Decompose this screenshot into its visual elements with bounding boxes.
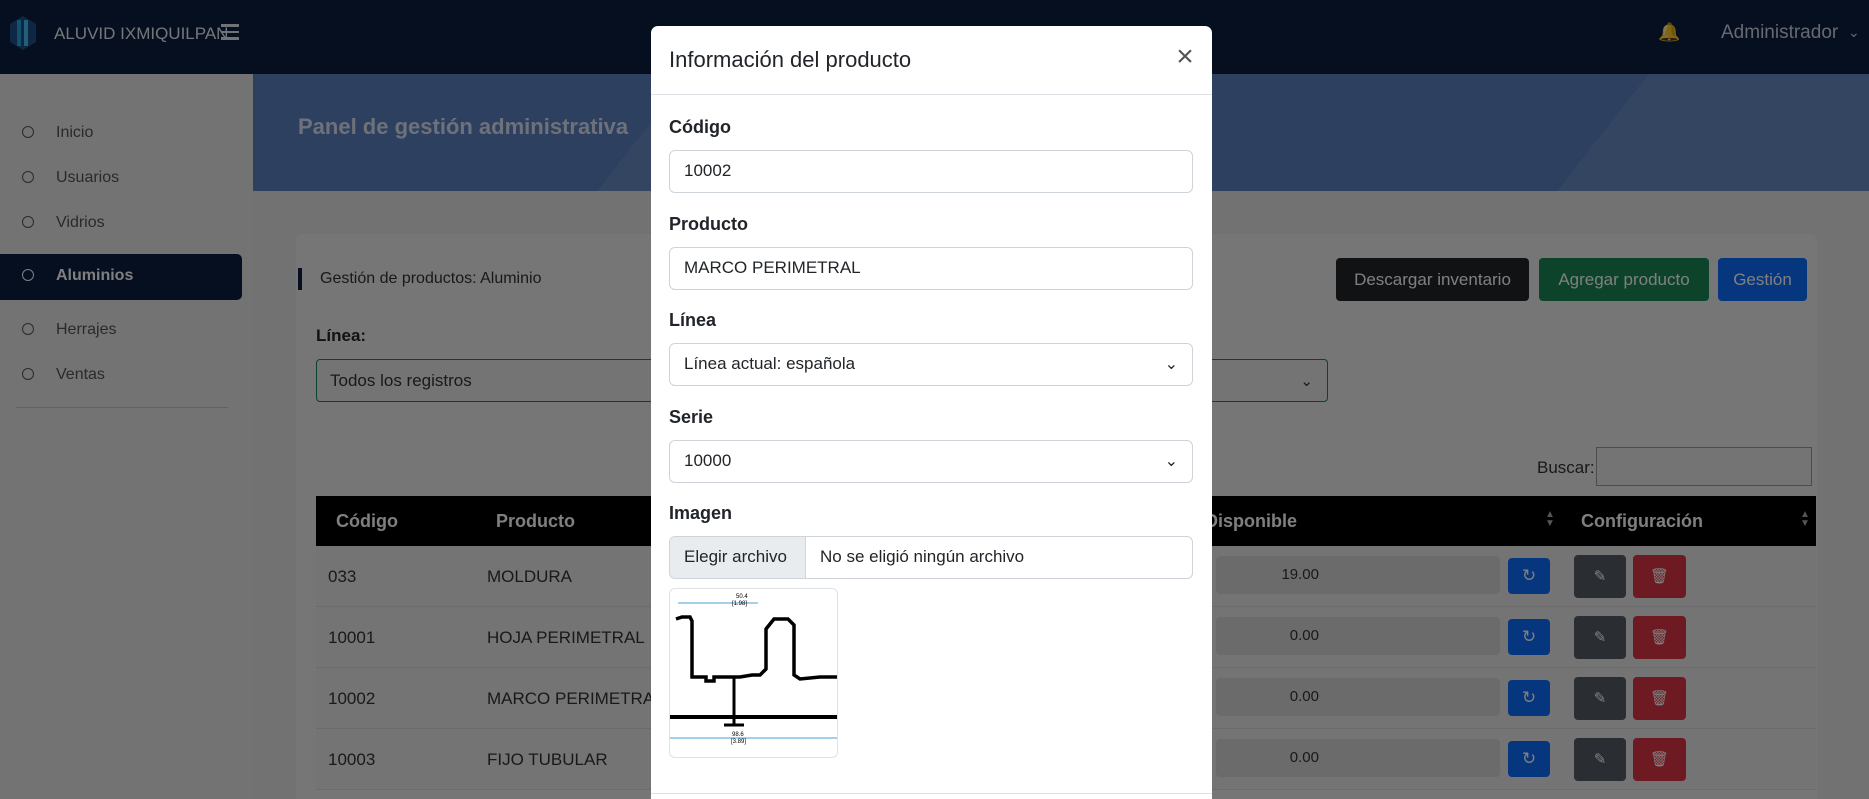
product-image-preview: 50.4 [1.98] 98.6 [3.89] [669,588,838,758]
series-value: 10000 [684,451,732,470]
series-select[interactable]: 10000 ⌄ [669,440,1193,483]
image-label: Imagen [669,503,733,523]
line-select[interactable]: Línea actual: española ⌄ [669,343,1193,386]
code-value: 10002 [684,161,732,180]
modal-title: Información del producto [669,47,912,72]
product-field[interactable]: MARCO PERIMETRAL [669,247,1193,290]
top-dimension: 50.4 [736,594,748,600]
close-icon[interactable]: × [1172,42,1198,72]
bottom-dimension: 98.6 [732,732,744,738]
profile-drawing: 50.4 [1.98] 98.6 [3.89] [670,594,837,745]
product-value: MARCO PERIMETRAL [684,258,861,277]
product-info-modal: Información del producto × Código 10002 … [651,26,1212,799]
line-label: Línea [669,310,717,330]
series-label: Serie [669,407,714,427]
choose-file-button[interactable]: Elegir archivo [670,537,806,578]
code-label: Código [669,117,731,137]
modal-header: Información del producto × [651,26,1212,95]
image-file-input[interactable]: Elegir archivo No se eligió ningún archi… [669,536,1193,579]
bottom-dimension-in: [3.89] [731,739,746,745]
product-label: Producto [669,214,748,234]
code-field[interactable]: 10002 [669,150,1193,193]
line-value: Línea actual: española [684,354,856,373]
chevron-down-icon: ⌄ [1164,453,1178,470]
top-dimension-in: [1.98] [732,601,747,607]
file-status: No se eligió ningún archivo [820,547,1025,566]
modal-footer-divider [651,793,1212,794]
profile-outline [675,615,837,683]
chevron-down-icon: ⌄ [1164,356,1178,373]
